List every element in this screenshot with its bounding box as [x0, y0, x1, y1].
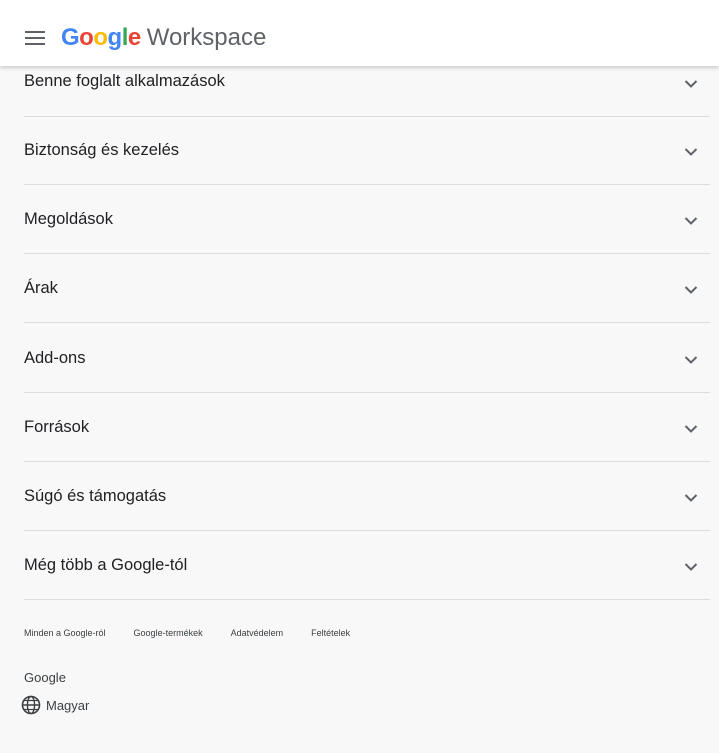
globe-icon — [21, 695, 41, 715]
logo-letter: G — [61, 24, 80, 51]
top-header: Google Workspace — [0, 0, 719, 66]
chevron-down-icon — [684, 425, 698, 433]
chevron-down-icon — [684, 148, 698, 156]
google-workspace-logo[interactable]: Google Workspace — [61, 24, 266, 52]
google-wordmark: Google — [61, 24, 141, 51]
footer-links: Minden a Google-ról Google-termékek Adatvé… — [24, 628, 378, 642]
section-label: Források — [24, 418, 90, 436]
chevron-down-icon — [684, 80, 698, 88]
workspace-wordmark: Workspace — [146, 24, 267, 51]
logo-letter: o — [79, 24, 94, 51]
chevron-down-icon — [684, 217, 698, 225]
section-label: Súgó és támogatás — [24, 487, 167, 505]
logo-letter: e — [127, 24, 141, 51]
section-label: Árak — [24, 279, 58, 297]
section-solutions[interactable]: Megoldások — [24, 184, 710, 254]
chevron-down-icon — [684, 286, 698, 294]
footer-brand: Google — [24, 670, 66, 685]
chevron-down-icon — [684, 356, 698, 364]
section-label: Még több a Google-tól — [24, 556, 188, 574]
hamburger-menu-icon[interactable] — [25, 31, 45, 45]
section-label: Add-ons — [24, 349, 86, 367]
section-resources[interactable]: Források — [24, 392, 710, 462]
section-add-ons[interactable]: Add-ons — [24, 323, 710, 393]
section-security-management[interactable]: Biztonság és kezelés — [24, 115, 710, 185]
section-label: Biztonság és kezelés — [24, 141, 180, 159]
footer-link-privacy[interactable]: Adatvédelem — [231, 628, 284, 638]
footer-link-about-google[interactable]: Minden a Google-ról — [24, 628, 106, 638]
logo-letter: g — [107, 24, 123, 51]
logo-letter: o — [93, 24, 108, 51]
section-pricing[interactable]: Árak — [24, 253, 710, 323]
section-more-from-google[interactable]: Még több a Google-tól — [24, 530, 710, 600]
language-selector[interactable]: Magyar — [21, 695, 89, 715]
chevron-down-icon — [684, 494, 698, 502]
section-label: Megoldások — [24, 210, 113, 228]
footer-link-terms[interactable]: Feltételek — [311, 628, 350, 638]
footer-link-google-products[interactable]: Google-termékek — [134, 628, 203, 638]
language-label: Magyar — [46, 697, 90, 713]
chevron-down-icon — [684, 563, 698, 571]
section-help-support[interactable]: Súgó és támogatás — [24, 461, 710, 531]
section-label: Benne foglalt alkalmazások — [24, 72, 225, 90]
